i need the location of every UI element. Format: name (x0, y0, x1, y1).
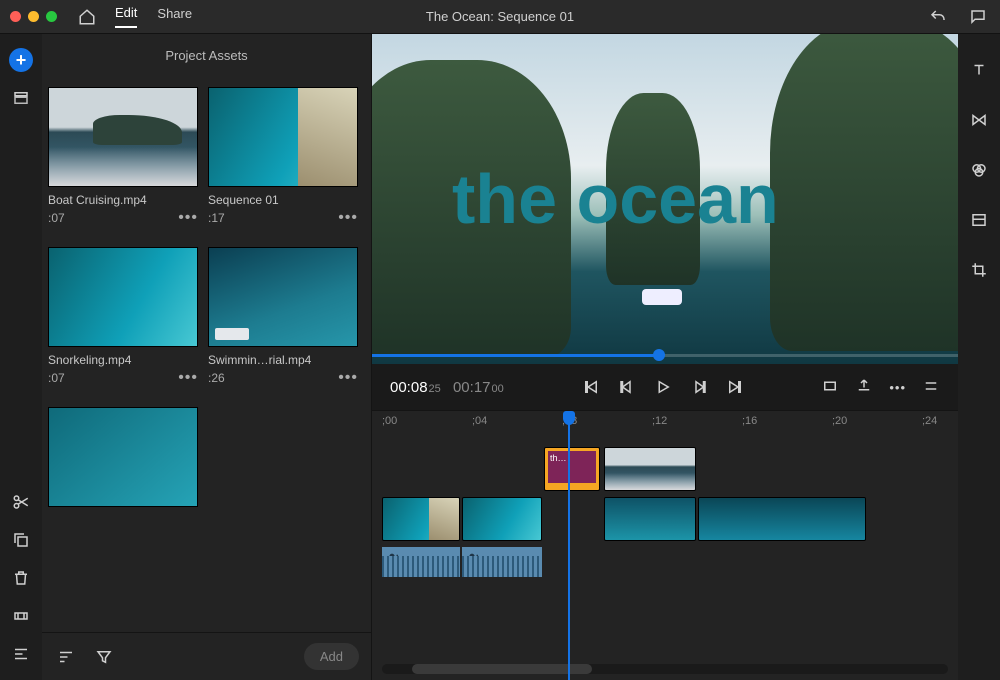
more-options-button[interactable]: ••• (889, 380, 906, 395)
asset-more-button[interactable]: ••• (338, 369, 358, 387)
asset-duration: :17 (208, 211, 225, 225)
left-sidebar: + (0, 34, 42, 680)
add-media-button[interactable]: + (9, 48, 33, 72)
duplicate-icon[interactable] (9, 528, 33, 552)
asset-duration: :07 (48, 211, 65, 225)
add-button[interactable]: Add (304, 643, 359, 670)
playhead[interactable] (568, 411, 570, 680)
timeline-scrollbar[interactable] (382, 664, 948, 674)
step-forward-button[interactable] (689, 377, 709, 397)
adjust-icon[interactable] (967, 208, 991, 232)
ruler-tick: ;24 (922, 415, 937, 427)
tab-edit[interactable]: Edit (115, 5, 137, 28)
document-title: The Ocean: Sequence 01 (426, 9, 574, 24)
project-panel-button[interactable] (9, 86, 33, 110)
timeline-title-clip[interactable]: th… (544, 447, 600, 491)
asset-duration: :07 (48, 371, 65, 385)
go-end-button[interactable] (725, 377, 745, 397)
asset-sequence-01[interactable]: Sequence 01 :17 ••• (208, 87, 358, 227)
timeline-video-clip[interactable] (698, 497, 866, 541)
mac-close-button[interactable] (10, 11, 21, 22)
ruler-tick: ;00 (382, 415, 397, 427)
scrollbar-thumb[interactable] (412, 664, 592, 674)
timecode-duration-frames: 00 (492, 383, 504, 395)
fullscreen-button[interactable] (821, 377, 839, 398)
timeline-audio-clip[interactable] (382, 547, 460, 577)
asset-more-button[interactable]: ••• (178, 209, 198, 227)
filter-button[interactable] (92, 645, 116, 669)
asset-more-button[interactable]: ••• (338, 209, 358, 227)
scrub-track[interactable] (372, 354, 958, 357)
go-start-button[interactable] (581, 377, 601, 397)
asset-name: Boat Cruising.mp4 (48, 193, 198, 207)
timecode-current: 00:08 (390, 379, 428, 396)
project-assets-panel: Project Assets Boat Cruising.mp4 :07••• … (42, 34, 372, 680)
timeline-video-clip[interactable] (604, 497, 696, 541)
scissors-icon[interactable] (9, 490, 33, 514)
asset-snorkeling[interactable]: Snorkeling.mp4 :07 ••• (48, 247, 198, 387)
asset-boat-cruising[interactable]: Boat Cruising.mp4 :07 ••• (48, 87, 198, 227)
markers-icon[interactable] (9, 604, 33, 628)
asset-name: Sequence 01 (208, 193, 358, 207)
titles-icon[interactable] (967, 58, 991, 82)
asset-extra[interactable] (48, 407, 198, 507)
timeline-video-clip[interactable] (462, 497, 542, 541)
window-controls (10, 11, 57, 22)
title-overlay: the ocean (452, 159, 779, 239)
export-button[interactable] (855, 377, 873, 398)
ruler-tick: ;04 (472, 415, 487, 427)
playback-bar: 00:0825 00:1700 ••• (372, 364, 958, 410)
panel-title: Project Assets (42, 34, 371, 77)
step-back-button[interactable] (617, 377, 637, 397)
right-sidebar (958, 34, 1000, 680)
transitions-icon[interactable] (967, 108, 991, 132)
timecode-current-frames: 25 (429, 383, 441, 395)
ruler-tick: ;20 (832, 415, 847, 427)
sort-button[interactable] (54, 645, 78, 669)
preview-monitor[interactable]: the ocean (372, 34, 958, 364)
ruler-tick: ;16 (742, 415, 757, 427)
asset-more-button[interactable]: ••• (178, 369, 198, 387)
mac-minimize-button[interactable] (28, 11, 39, 22)
undo-button[interactable] (926, 5, 950, 29)
timeline-video-clip[interactable] (604, 447, 696, 491)
home-button[interactable] (75, 5, 99, 29)
comment-button[interactable] (966, 5, 990, 29)
clip-label: th… (548, 451, 596, 483)
timecode-duration: 00:17 (453, 379, 491, 396)
mac-maximize-button[interactable] (46, 11, 57, 22)
asset-swimming-aerial[interactable]: Swimmin…rial.mp4 :26 ••• (208, 247, 358, 387)
timeline-video-clip[interactable] (382, 497, 460, 541)
timeline-audio-clip[interactable] (462, 547, 542, 577)
trash-icon[interactable] (9, 566, 33, 590)
view-menu-button[interactable] (922, 377, 940, 398)
asset-name: Swimmin…rial.mp4 (208, 353, 358, 367)
asset-name: Snorkeling.mp4 (48, 353, 198, 367)
crop-icon[interactable] (967, 258, 991, 282)
timeline[interactable]: ;00 ;04 ;08 ;12 ;16 ;20 ;24 th… (372, 410, 958, 680)
ruler-tick: ;12 (652, 415, 667, 427)
titlebar: Edit Share The Ocean: Sequence 01 (0, 0, 1000, 34)
asset-duration: :26 (208, 371, 225, 385)
play-button[interactable] (653, 377, 673, 397)
time-ruler[interactable]: ;00 ;04 ;08 ;12 ;16 ;20 ;24 (372, 411, 958, 437)
properties-icon[interactable] (9, 642, 33, 666)
color-icon[interactable] (967, 158, 991, 182)
tab-share[interactable]: Share (157, 6, 192, 27)
